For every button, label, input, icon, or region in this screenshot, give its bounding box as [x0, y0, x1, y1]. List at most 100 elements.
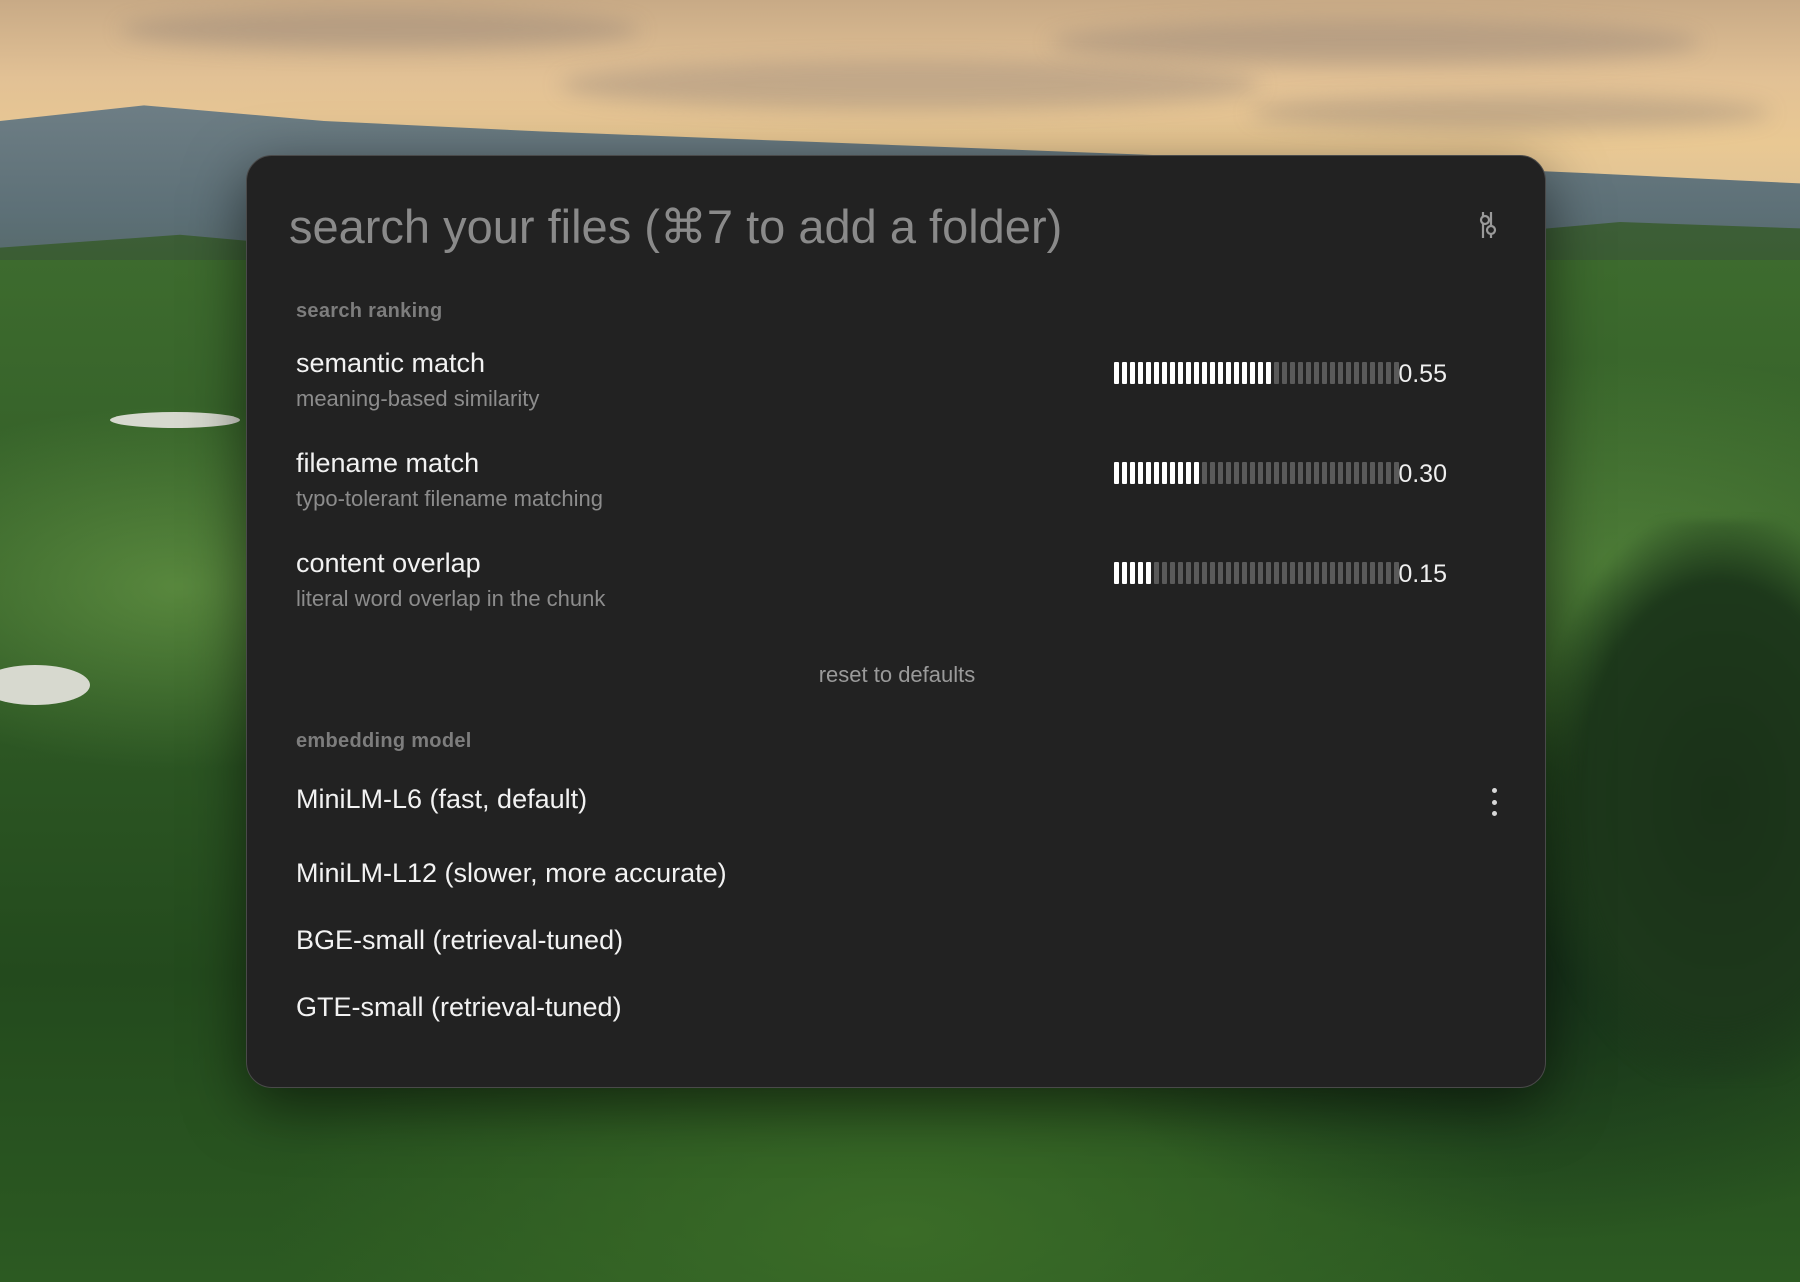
pond: [110, 412, 240, 428]
slider-tick: [1266, 562, 1271, 584]
slider-tick: [1146, 562, 1151, 584]
weight-value: 0.55: [1398, 360, 1447, 388]
search-input[interactable]: [289, 186, 1409, 266]
slider-tick: [1210, 462, 1215, 484]
reset-defaults-button[interactable]: reset to defaults: [247, 662, 1547, 688]
slider-tick: [1242, 362, 1247, 384]
slider-tick: [1290, 562, 1295, 584]
search-bar: [289, 186, 1503, 266]
weight-value: 0.30: [1398, 460, 1447, 488]
slider-tick: [1186, 562, 1191, 584]
search-ranking-heading: search ranking: [296, 300, 443, 322]
weight-name: semantic match: [296, 348, 486, 378]
weight-row-semantic: semantic match meaning-based similarity …: [296, 348, 1496, 428]
model-option-gte-small[interactable]: GTE-small (retrieval-tuned): [296, 992, 1496, 1023]
slider-tick: [1138, 562, 1143, 584]
slider-tick: [1130, 462, 1135, 484]
weight-description: typo-tolerant filename matching: [296, 486, 603, 511]
slider-tick: [1114, 362, 1119, 384]
weight-name: content overlap: [296, 548, 481, 578]
slider-tick: [1250, 362, 1255, 384]
slider-tick: [1194, 462, 1199, 484]
toggle-settings-icon[interactable]: [1473, 208, 1503, 242]
slider-tick: [1114, 462, 1119, 484]
slider-tick: [1250, 562, 1255, 584]
slider-tick: [1298, 462, 1303, 484]
slider-tick: [1290, 462, 1295, 484]
slider-tick: [1162, 362, 1167, 384]
slider-tick: [1170, 562, 1175, 584]
slider-tick: [1202, 362, 1207, 384]
slider-tick: [1146, 462, 1151, 484]
slider-tick: [1282, 562, 1287, 584]
slider-tick: [1346, 562, 1351, 584]
slider-tick: [1162, 462, 1167, 484]
slider-tick: [1210, 362, 1215, 384]
slider-tick: [1306, 562, 1311, 584]
slider-tick: [1338, 562, 1343, 584]
slider-tick: [1138, 462, 1143, 484]
slider-tick: [1338, 462, 1343, 484]
slider-tick: [1282, 362, 1287, 384]
model-option-minilm-l12[interactable]: MiniLM-L12 (slower, more accurate): [296, 858, 1496, 889]
slider-tick: [1114, 562, 1119, 584]
slider-tick: [1218, 462, 1223, 484]
slider-tick: [1258, 562, 1263, 584]
slider-tick: [1298, 362, 1303, 384]
slider-tick: [1306, 362, 1311, 384]
slider-tick: [1154, 362, 1159, 384]
slider-tick: [1290, 362, 1295, 384]
forest: [1540, 520, 1800, 1080]
slider-tick: [1130, 362, 1135, 384]
slider-tick: [1226, 362, 1231, 384]
slider-tick: [1122, 462, 1127, 484]
slider-tick: [1194, 562, 1199, 584]
model-option-minilm-l6[interactable]: MiniLM-L6 (fast, default): [296, 784, 1496, 815]
slider-tick: [1322, 362, 1327, 384]
slider-tick: [1314, 362, 1319, 384]
weight-row-content: content overlap literal word overlap in …: [296, 548, 1496, 628]
slider-tick: [1250, 462, 1255, 484]
slider-tick: [1226, 462, 1231, 484]
slider-tick: [1138, 362, 1143, 384]
slider-tick: [1178, 562, 1183, 584]
model-option-bge-small[interactable]: BGE-small (retrieval-tuned): [296, 925, 1496, 956]
slider-tick: [1354, 362, 1359, 384]
slider-tick: [1122, 562, 1127, 584]
slider-tick: [1306, 462, 1311, 484]
weight-value: 0.15: [1398, 560, 1447, 588]
slider-tick: [1330, 362, 1335, 384]
slider-tick: [1322, 462, 1327, 484]
cloud: [560, 60, 1260, 110]
search-panel: search ranking semantic match meaning-ba…: [246, 155, 1546, 1088]
semantic-weight-slider[interactable]: [1114, 362, 1408, 386]
slider-tick: [1258, 462, 1263, 484]
slider-tick: [1202, 562, 1207, 584]
slider-tick: [1346, 462, 1351, 484]
weight-description: literal word overlap in the chunk: [296, 586, 606, 611]
slider-tick: [1218, 362, 1223, 384]
cloud: [1250, 95, 1770, 130]
embedding-model-heading: embedding model: [296, 730, 472, 752]
slider-tick: [1170, 462, 1175, 484]
slider-tick: [1186, 362, 1191, 384]
cloud: [120, 10, 640, 50]
slider-tick: [1274, 462, 1279, 484]
slider-tick: [1266, 462, 1271, 484]
slider-tick: [1274, 562, 1279, 584]
slider-tick: [1346, 362, 1351, 384]
slider-tick: [1234, 462, 1239, 484]
slider-tick: [1186, 462, 1191, 484]
slider-tick: [1338, 362, 1343, 384]
more-vertical-icon[interactable]: [1489, 788, 1499, 816]
slider-tick: [1266, 362, 1271, 384]
weight-description: meaning-based similarity: [296, 386, 540, 411]
slider-tick: [1146, 362, 1151, 384]
content-weight-slider[interactable]: [1114, 562, 1408, 586]
filename-weight-slider[interactable]: [1114, 462, 1408, 486]
slider-tick: [1154, 562, 1159, 584]
slider-tick: [1194, 362, 1199, 384]
slider-tick: [1130, 562, 1135, 584]
slider-tick: [1258, 362, 1263, 384]
slider-tick: [1170, 362, 1175, 384]
